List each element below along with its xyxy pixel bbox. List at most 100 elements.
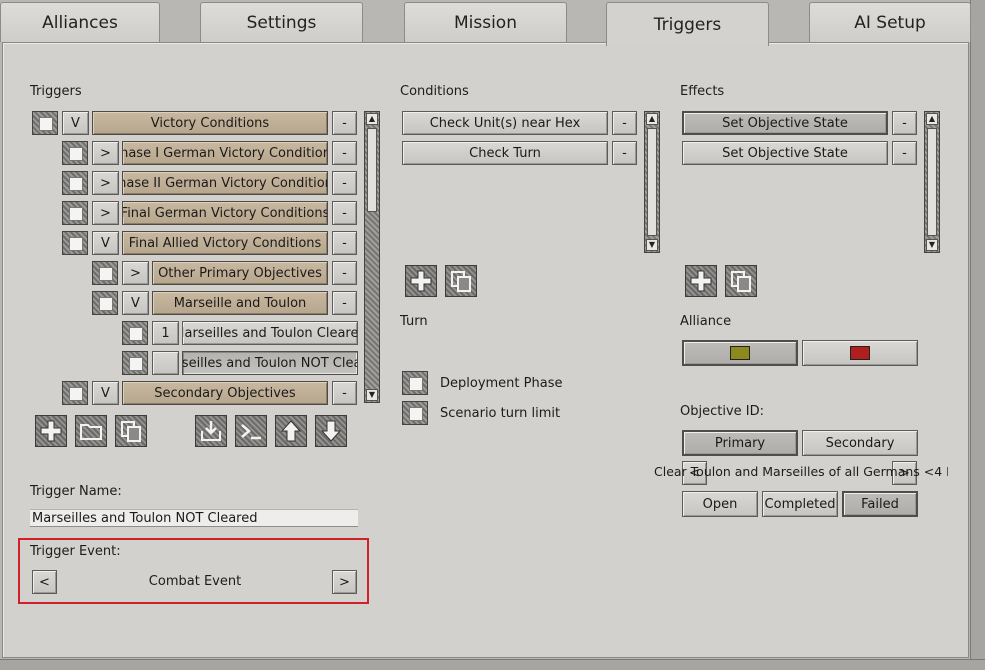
- condition-remove-button[interactable]: -: [612, 141, 637, 165]
- trigger-expand-toggle[interactable]: >: [122, 261, 149, 285]
- trigger-item[interactable]: Final Allied Victory Conditions: [122, 231, 328, 255]
- trigger-item[interactable]: Other Primary Objectives: [152, 261, 328, 285]
- trigger-item[interactable]: Marseilles and Toulon Cleared: [182, 321, 358, 345]
- objective-name: Clear Toulon and Marseilles of all Germa…: [654, 464, 948, 479]
- add-trigger-button[interactable]: [35, 415, 67, 447]
- trigger-expand-toggle[interactable]: >: [92, 141, 119, 165]
- trigger-checkbox[interactable]: [122, 351, 148, 375]
- trigger-item[interactable]: Final German Victory Conditions: [122, 201, 328, 225]
- trigger-expand-toggle[interactable]: V: [92, 231, 119, 255]
- objective-secondary-button[interactable]: Secondary: [802, 430, 918, 456]
- alliance-1-button[interactable]: [682, 340, 798, 366]
- trigger-item-selected[interactable]: Marseilles and Toulon NOT Cleared: [182, 351, 358, 375]
- trigger-order-index: [152, 351, 179, 375]
- objective-primary-button[interactable]: Primary: [682, 430, 798, 456]
- trigger-remove-button[interactable]: -: [332, 111, 357, 135]
- trigger-name-label: Trigger Name:: [30, 484, 122, 499]
- trigger-remove-button[interactable]: -: [332, 381, 357, 405]
- objective-state-failed-button[interactable]: Failed: [842, 491, 918, 517]
- trigger-event-next-button[interactable]: >: [332, 570, 357, 594]
- effect-item[interactable]: Set Objective State: [682, 141, 888, 165]
- copy-trigger-button[interactable]: [115, 415, 147, 447]
- triggers-label: Triggers: [30, 84, 82, 99]
- conditions-scrollbar[interactable]: ▲ ▼: [644, 111, 660, 253]
- window-bottom-border: [0, 659, 985, 670]
- trigger-item[interactable]: Phase I German Victory Conditions: [122, 141, 328, 165]
- console-icon: [241, 424, 261, 440]
- scroll-up-icon[interactable]: ▲: [646, 113, 658, 125]
- copy-condition-button[interactable]: [445, 265, 477, 297]
- trigger-remove-button[interactable]: -: [332, 201, 357, 225]
- trigger-checkbox[interactable]: [122, 321, 148, 345]
- plus-icon: [690, 270, 712, 292]
- trigger-expand-toggle[interactable]: V: [62, 111, 89, 135]
- plus-icon: [410, 270, 432, 292]
- tab-ai-setup[interactable]: AI Setup: [809, 2, 971, 42]
- scroll-down-icon[interactable]: ▼: [366, 389, 378, 401]
- scroll-thumb[interactable]: [927, 128, 937, 236]
- scenario-turn-limit-checkbox[interactable]: [402, 401, 428, 425]
- scroll-thumb[interactable]: [367, 128, 377, 212]
- objective-id-label: Objective ID:: [680, 404, 764, 419]
- trigger-checkbox[interactable]: [32, 111, 58, 135]
- tab-triggers[interactable]: Triggers: [606, 2, 769, 46]
- alliance-2-button[interactable]: [802, 340, 918, 366]
- trigger-event-prev-button[interactable]: <: [32, 570, 57, 594]
- trigger-event-label: Trigger Event:: [30, 544, 121, 559]
- add-condition-button[interactable]: [405, 265, 437, 297]
- effect-remove-button[interactable]: -: [892, 111, 917, 135]
- trigger-item[interactable]: Victory Conditions: [92, 111, 328, 135]
- trigger-checkbox[interactable]: [62, 171, 88, 195]
- trigger-checkbox[interactable]: [62, 231, 88, 255]
- script-console-button[interactable]: [235, 415, 267, 447]
- scroll-up-icon[interactable]: ▲: [366, 113, 378, 125]
- trigger-name-input[interactable]: Marseilles and Toulon NOT Cleared: [30, 509, 358, 527]
- deployment-phase-label: Deployment Phase: [440, 376, 563, 391]
- trigger-remove-button[interactable]: -: [332, 261, 357, 285]
- effect-remove-button[interactable]: -: [892, 141, 917, 165]
- import-trigger-button[interactable]: [195, 415, 227, 447]
- trigger-item[interactable]: Phase II German Victory Conditions: [122, 171, 328, 195]
- trigger-checkbox[interactable]: [62, 381, 88, 405]
- trigger-checkbox[interactable]: [92, 261, 118, 285]
- window-right-border: [970, 0, 985, 670]
- tab-alliances[interactable]: Alliances: [0, 2, 160, 42]
- add-effect-button[interactable]: [685, 265, 717, 297]
- deployment-phase-checkbox[interactable]: [402, 371, 428, 395]
- trigger-remove-button[interactable]: -: [332, 141, 357, 165]
- add-folder-button[interactable]: [75, 415, 107, 447]
- tab-settings[interactable]: Settings: [200, 2, 363, 42]
- objective-state-completed-button[interactable]: Completed: [762, 491, 838, 517]
- condition-item[interactable]: Check Unit(s) near Hex: [402, 111, 608, 135]
- trigger-expand-toggle[interactable]: V: [92, 381, 119, 405]
- move-down-button[interactable]: [315, 415, 347, 447]
- tab-mission[interactable]: Mission: [404, 2, 567, 42]
- scroll-down-icon[interactable]: ▼: [646, 239, 658, 251]
- trigger-remove-button[interactable]: -: [332, 231, 357, 255]
- condition-remove-button[interactable]: -: [612, 111, 637, 135]
- trigger-list-scrollbar[interactable]: ▲ ▼: [364, 111, 380, 403]
- turn-label: Turn: [400, 314, 428, 329]
- scroll-up-icon[interactable]: ▲: [926, 113, 938, 125]
- scroll-down-icon[interactable]: ▼: [926, 239, 938, 251]
- scroll-thumb[interactable]: [647, 128, 657, 236]
- trigger-item[interactable]: Marseille and Toulon: [152, 291, 328, 315]
- objective-state-open-button[interactable]: Open: [682, 491, 758, 517]
- trigger-expand-toggle[interactable]: >: [92, 201, 119, 225]
- trigger-checkbox[interactable]: [92, 291, 118, 315]
- copy-effect-button[interactable]: [725, 265, 757, 297]
- trigger-remove-button[interactable]: -: [332, 291, 357, 315]
- effect-item-selected[interactable]: Set Objective State: [682, 111, 888, 135]
- arrow-up-icon: [280, 420, 302, 442]
- trigger-expand-toggle[interactable]: V: [122, 291, 149, 315]
- trigger-order-index: 1: [152, 321, 179, 345]
- move-up-button[interactable]: [275, 415, 307, 447]
- trigger-item[interactable]: Secondary Objectives: [122, 381, 328, 405]
- trigger-checkbox[interactable]: [62, 201, 88, 225]
- trigger-remove-button[interactable]: -: [332, 171, 357, 195]
- trigger-event-value: Combat Event: [148, 574, 242, 589]
- trigger-checkbox[interactable]: [62, 141, 88, 165]
- trigger-expand-toggle[interactable]: >: [92, 171, 119, 195]
- condition-item[interactable]: Check Turn: [402, 141, 608, 165]
- effects-scrollbar[interactable]: ▲ ▼: [924, 111, 940, 253]
